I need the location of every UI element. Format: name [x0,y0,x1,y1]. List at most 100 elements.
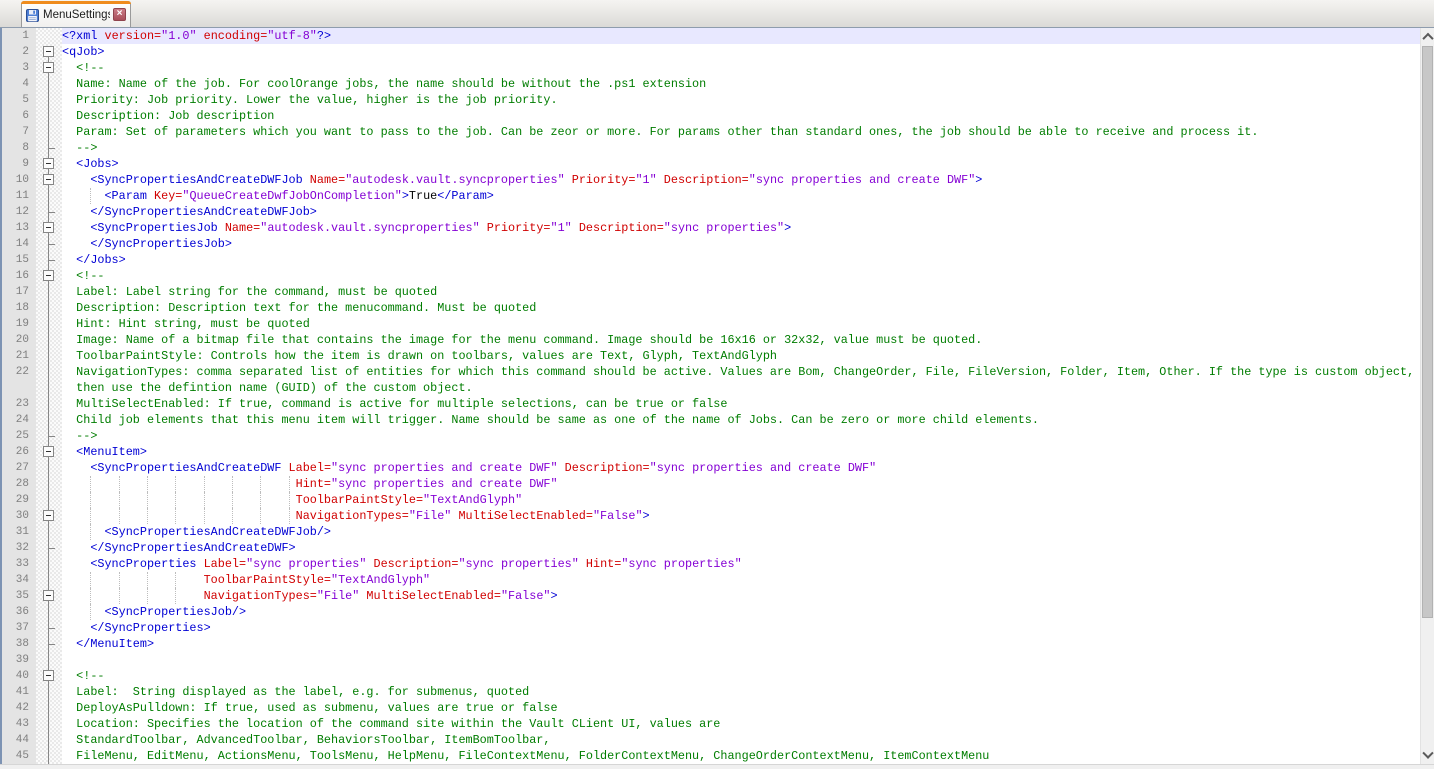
fold-collapse-box[interactable] [36,444,62,460]
fold-collapse-box[interactable] [36,60,62,76]
code-line[interactable]: 22 NavigationTypes: comma separated list… [2,364,1420,380]
code-text[interactable]: Label: String displayed as the label, e.… [62,684,1420,700]
code-line[interactable]: 33 <SyncProperties Label="sync propertie… [2,556,1420,572]
code-line[interactable]: 26 <MenuItem> [2,444,1420,460]
fold-minus-icon[interactable] [43,62,54,73]
code-line[interactable]: 27 <SyncPropertiesAndCreateDWF Label="sy… [2,460,1420,476]
code-text[interactable]: Hint="sync properties and create DWF" [62,476,1420,492]
code-text[interactable]: --> [62,140,1420,156]
code-line[interactable]: 32 </SyncPropertiesAndCreateDWF> [2,540,1420,556]
code-line[interactable]: 37 </SyncProperties> [2,620,1420,636]
code-line[interactable]: 7 Param: Set of parameters which you wan… [2,124,1420,140]
code-line[interactable]: 35 NavigationTypes="File" MultiSelectEna… [2,588,1420,604]
code-line[interactable]: 12 </SyncPropertiesAndCreateDWFJob> [2,204,1420,220]
code-area[interactable]: 1 <?xml version="1.0" encoding="utf-8"?> 2… [2,28,1420,764]
code-line[interactable]: 39 [2,652,1420,668]
code-line[interactable]: 31 <SyncPropertiesAndCreateDWFJob/> [2,524,1420,540]
scroll-down-button[interactable] [1421,747,1434,764]
code-text[interactable]: <SyncPropertiesAndCreateDWF Label="sync … [62,460,1420,476]
fold-collapse-box[interactable] [36,44,62,60]
code-line[interactable]: 41 Label: String displayed as the label,… [2,684,1420,700]
code-line[interactable]: 17 Label: Label string for the command, … [2,284,1420,300]
code-text[interactable]: ToolbarPaintStyle="TextAndGlyph" [62,492,1420,508]
code-text[interactable]: <SyncPropertiesAndCreateDWFJob Name="aut… [62,172,1420,188]
code-text[interactable]: Image: Name of a bitmap file that contai… [62,332,1420,348]
code-text[interactable]: MultiSelectEnabled: If true, command is … [62,396,1420,412]
code-text[interactable]: Child job elements that this menu item w… [62,412,1420,428]
code-text[interactable]: Priority: Job priority. Lower the value,… [62,92,1420,108]
code-text[interactable]: <qJob> [62,44,1420,60]
code-text[interactable]: </SyncPropertiesJob> [62,236,1420,252]
fold-collapse-box[interactable] [36,172,62,188]
code-text[interactable]: <SyncPropertiesJob Name="autodesk.vault.… [62,220,1420,236]
code-text[interactable]: <!-- [62,268,1420,284]
code-line[interactable]: 13 <SyncPropertiesJob Name="autodesk.vau… [2,220,1420,236]
code-text[interactable]: StandardToolbar, AdvancedToolbar, Behavi… [62,732,1420,748]
fold-minus-icon[interactable] [43,590,54,601]
fold-minus-icon[interactable] [43,46,54,57]
code-text[interactable]: </SyncPropertiesAndCreateDWFJob> [62,204,1420,220]
code-line[interactable]: 4 Name: Name of the job. For coolOrange … [2,76,1420,92]
fold-collapse-box[interactable] [36,156,62,172]
fold-minus-icon[interactable] [43,174,54,185]
code-text[interactable]: Param: Set of parameters which you want … [62,124,1420,140]
code-line[interactable]: 3 <!-- [2,60,1420,76]
code-line[interactable]: 6 Description: Job description [2,108,1420,124]
code-text[interactable]: ToolbarPaintStyle: Controls how the item… [62,348,1420,364]
code-text[interactable]: <!-- [62,668,1420,684]
fold-minus-icon[interactable] [43,670,54,681]
code-line[interactable]: 1 <?xml version="1.0" encoding="utf-8"?> [2,28,1420,44]
code-text[interactable]: Name: Name of the job. For coolOrange jo… [62,76,1420,92]
code-text[interactable]: <SyncPropertiesAndCreateDWFJob/> [62,524,1420,540]
code-text[interactable]: </MenuItem> [62,636,1420,652]
code-line[interactable]: 29 ToolbarPaintStyle="TextAndGlyph" [2,492,1420,508]
code-text[interactable]: Description: Description text for the me… [62,300,1420,316]
code-text[interactable]: NavigationTypes="File" MultiSelectEnable… [62,508,1420,524]
fold-collapse-box[interactable] [36,268,62,284]
scrollbar-thumb[interactable] [1422,46,1433,618]
vertical-scrollbar[interactable] [1420,28,1434,764]
code-line[interactable]: 10 <SyncPropertiesAndCreateDWFJob Name="… [2,172,1420,188]
code-text[interactable]: DeployAsPulldown: If true, used as subme… [62,700,1420,716]
code-line[interactable]: 25 --> [2,428,1420,444]
code-text[interactable]: <MenuItem> [62,444,1420,460]
code-line[interactable]: 20 Image: Name of a bitmap file that con… [2,332,1420,348]
code-line[interactable]: 9 <Jobs> [2,156,1420,172]
fold-minus-icon[interactable] [43,158,54,169]
code-line[interactable]: 2 <qJob> [2,44,1420,60]
code-line[interactable]: 19 Hint: Hint string, must be quoted [2,316,1420,332]
xml-editor[interactable]: 1 <?xml version="1.0" encoding="utf-8"?> 2… [0,28,1434,764]
code-line[interactable]: 14 </SyncPropertiesJob> [2,236,1420,252]
code-text[interactable]: Location: Specifies the location of the … [62,716,1420,732]
code-line[interactable]: 34 ToolbarPaintStyle="TextAndGlyph" [2,572,1420,588]
code-text[interactable]: <SyncPropertiesJob/> [62,604,1420,620]
fold-collapse-box[interactable] [36,588,62,604]
code-line[interactable]: 11 <Param Key="QueueCreateDwfJobOnComple… [2,188,1420,204]
code-text[interactable]: NavigationTypes: comma separated list of… [62,364,1420,380]
code-line[interactable]: 43 Location: Specifies the location of t… [2,716,1420,732]
code-line[interactable]: 42 DeployAsPulldown: If true, used as su… [2,700,1420,716]
code-line[interactable]: 21 ToolbarPaintStyle: Controls how the i… [2,348,1420,364]
fold-minus-icon[interactable] [43,222,54,233]
fold-minus-icon[interactable] [43,270,54,281]
code-line[interactable]: 28 Hint="sync properties and create DWF" [2,476,1420,492]
code-text[interactable]: then use the defintion name (GUID) of th… [62,380,1420,396]
fold-minus-icon[interactable] [43,510,54,521]
code-text[interactable]: </SyncPropertiesAndCreateDWF> [62,540,1420,556]
code-line[interactable]: 16 <!-- [2,268,1420,284]
code-line-wrap[interactable]: then use the defintion name (GUID) of th… [2,380,1420,396]
code-line[interactable]: 5 Priority: Job priority. Lower the valu… [2,92,1420,108]
code-text[interactable]: </Jobs> [62,252,1420,268]
code-line[interactable]: 23 MultiSelectEnabled: If true, command … [2,396,1420,412]
code-text[interactable]: Hint: Hint string, must be quoted [62,316,1420,332]
code-line[interactable]: 24 Child job elements that this menu ite… [2,412,1420,428]
code-text[interactable]: --> [62,428,1420,444]
code-text[interactable]: NavigationTypes="File" MultiSelectEnable… [62,588,1420,604]
tab-menusettings-xml[interactable]: MenuSettings.xml × [21,1,131,27]
code-text[interactable]: <!-- [62,60,1420,76]
code-line[interactable]: 18 Description: Description text for the… [2,300,1420,316]
code-text[interactable]: Description: Job description [62,108,1420,124]
code-text[interactable]: <Param Key="QueueCreateDwfJobOnCompletio… [62,188,1420,204]
fold-collapse-box[interactable] [36,220,62,236]
code-text[interactable]: </SyncProperties> [62,620,1420,636]
